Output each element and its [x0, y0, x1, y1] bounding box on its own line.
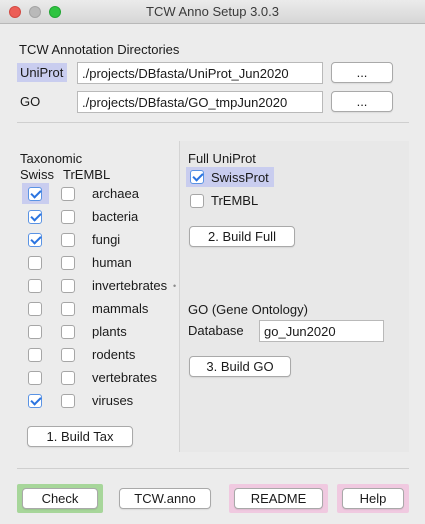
swiss-checkbox-rodents[interactable] — [28, 348, 42, 362]
taxonomic-label-mammals: mammals — [92, 301, 149, 316]
go-path-field[interactable] — [77, 91, 323, 113]
trembl-checkbox-vertebrates[interactable] — [61, 371, 75, 385]
trembl-checkbox-plants[interactable] — [61, 325, 75, 339]
swiss-checkbox-fungi[interactable] — [28, 233, 42, 247]
trembl-checkbox-rodents[interactable] — [61, 348, 75, 362]
trembl-checkbox-fungi[interactable] — [61, 233, 75, 247]
trembl-checkbox-archaea[interactable] — [61, 187, 75, 201]
taxonomic-label-rodents: rodents — [92, 347, 136, 362]
bottom-divider — [17, 468, 409, 469]
trembl-checkbox-viruses[interactable] — [61, 394, 75, 408]
build-go-button[interactable]: 3. Build GO — [189, 356, 291, 377]
check-button[interactable]: Check — [22, 488, 98, 509]
title-bar: TCW Anno Setup 3.0.3 — [0, 0, 425, 24]
build-tax-button[interactable]: 1. Build Tax — [27, 426, 133, 447]
swiss-checkbox-archaea[interactable] — [28, 187, 42, 201]
swiss-checkbox-invertebrates[interactable] — [28, 279, 42, 293]
go-section-title: GO (Gene Ontology) — [188, 302, 308, 317]
trembl-full-label: TrEMBL — [211, 193, 259, 208]
directories-title: TCW Annotation Directories — [19, 42, 180, 57]
swissprot-checkbox[interactable] — [190, 170, 204, 184]
taxonomic-label-human: human — [92, 255, 132, 270]
taxonomic-label-viruses: viruses — [92, 393, 134, 408]
taxonomic-label-plants: plants — [92, 324, 127, 339]
swiss-checkbox-vertebrates[interactable] — [28, 371, 42, 385]
swiss-checkbox-human[interactable] — [28, 256, 42, 270]
panel-divider — [179, 141, 180, 452]
tcw-anno-button[interactable]: TCW.anno — [119, 488, 211, 509]
trembl-column-header: TrEMBL — [63, 167, 111, 182]
trembl-checkbox-invertebrates[interactable] — [61, 279, 75, 293]
taxonomic-label-invertebrates: invertebrates — [92, 278, 168, 293]
swissprot-label: SwissProt — [211, 170, 269, 185]
help-button[interactable]: Help — [342, 488, 404, 509]
swiss-column-header: Swiss — [20, 167, 54, 182]
trembl-checkbox-bacteria[interactable] — [61, 210, 75, 224]
splitter-handle-icon[interactable]: • — [173, 281, 176, 291]
go-browse-button[interactable]: ... — [331, 91, 393, 112]
trembl-checkbox-mammals[interactable] — [61, 302, 75, 316]
full-uniprot-title: Full UniProt — [188, 151, 256, 166]
build-full-button[interactable]: 2. Build Full — [189, 226, 295, 247]
taxonomic-label-bacteria: bacteria — [92, 209, 139, 224]
swiss-checkbox-viruses[interactable] — [28, 394, 42, 408]
uniprot-browse-button[interactable]: ... — [331, 62, 393, 83]
window-title: TCW Anno Setup 3.0.3 — [146, 4, 279, 19]
trembl-checkbox-human[interactable] — [61, 256, 75, 270]
top-divider — [17, 122, 409, 123]
taxonomic-label-archaea: archaea — [92, 186, 139, 201]
go-database-field[interactable] — [259, 320, 384, 342]
uniprot-path-field[interactable] — [77, 62, 323, 84]
taxonomic-title: Taxonomic — [20, 151, 83, 166]
trembl-full-checkbox[interactable] — [190, 194, 204, 208]
go-label: GO — [20, 94, 41, 109]
right-panel — [180, 141, 409, 452]
readme-button[interactable]: README — [234, 488, 323, 509]
taxonomic-label-vertebrates: vertebrates — [92, 370, 158, 385]
swiss-checkbox-bacteria[interactable] — [28, 210, 42, 224]
taxonomic-label-fungi: fungi — [92, 232, 121, 247]
uniprot-label: UniProt — [20, 65, 64, 80]
swiss-checkbox-mammals[interactable] — [28, 302, 42, 316]
database-label: Database — [188, 323, 244, 338]
swiss-checkbox-plants[interactable] — [28, 325, 42, 339]
